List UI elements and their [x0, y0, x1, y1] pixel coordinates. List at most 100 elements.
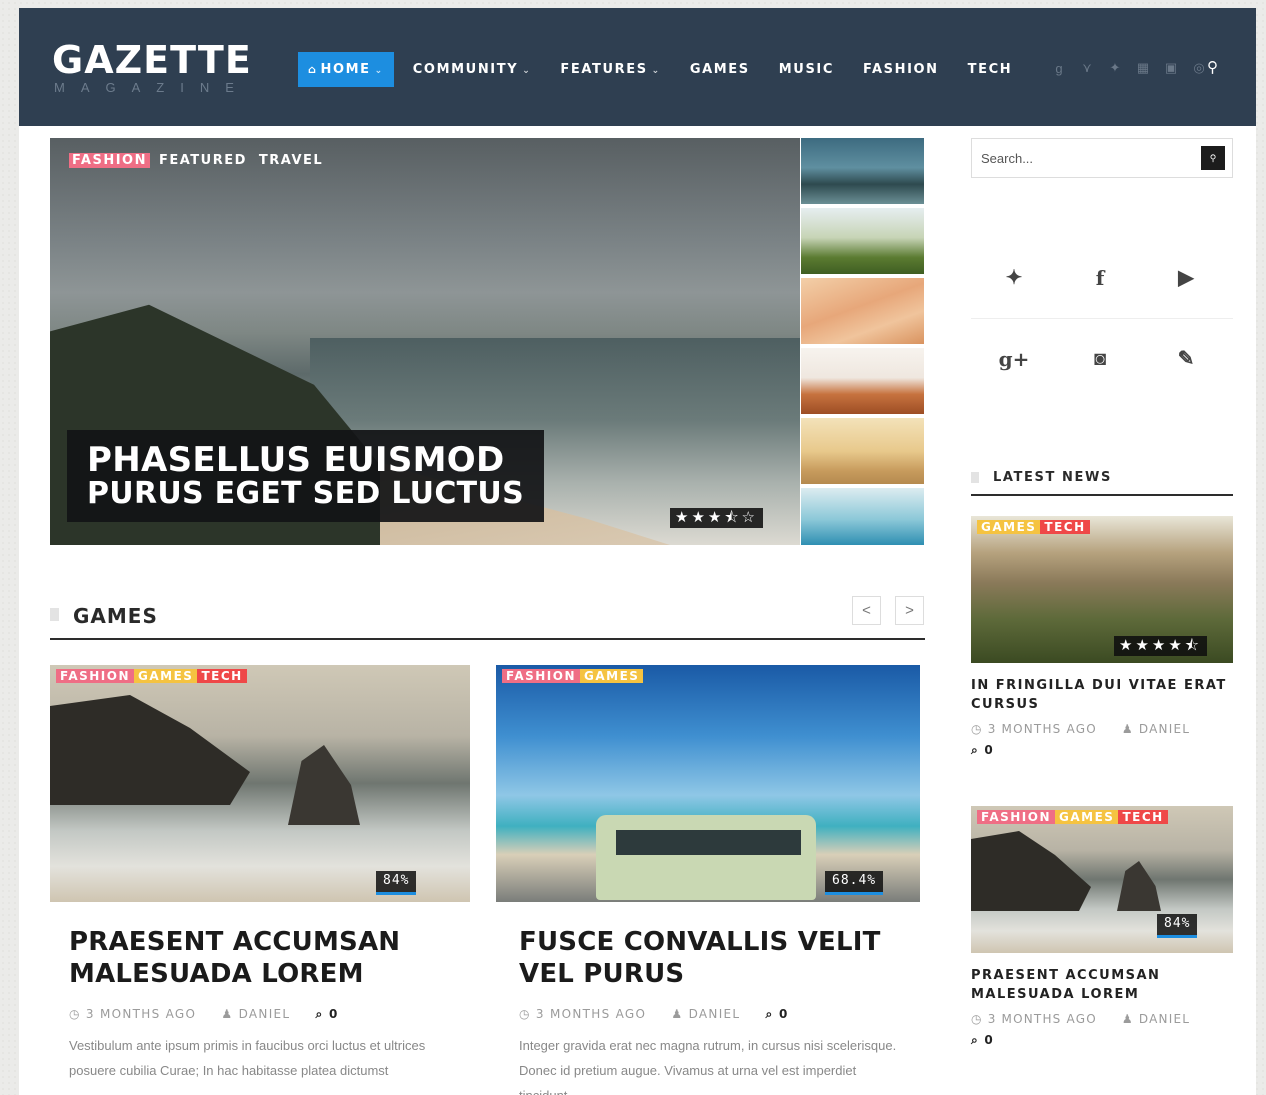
tag-tech[interactable]: TECH: [1040, 520, 1090, 534]
author-name: DANIEL: [238, 1007, 291, 1021]
search-icon[interactable]: ⚲: [1207, 58, 1218, 76]
author[interactable]: ♟ DANIEL: [671, 1007, 740, 1021]
hero-title-line1[interactable]: PHASELLUS EUISMOD: [87, 442, 524, 478]
news-image[interactable]: GAMES TECH ★★★★⯪: [971, 516, 1233, 663]
section-marker: [971, 472, 979, 483]
logo[interactable]: GAZETTE: [52, 40, 252, 80]
thumbnail-1[interactable]: [801, 138, 924, 204]
van-shape: [596, 815, 816, 900]
van-windows: [616, 830, 801, 855]
hero-title-line2[interactable]: PURUS EGET SED LUCTUS: [87, 478, 524, 510]
vine-icon[interactable]: ⋎: [1079, 60, 1095, 76]
tag-games[interactable]: GAMES: [1055, 810, 1119, 824]
thumbnail-4[interactable]: [801, 348, 924, 414]
tag-games[interactable]: GAMES: [134, 669, 198, 683]
hero-tags: FASHION FEATURED TRAVEL: [69, 153, 326, 168]
thumbnail-6[interactable]: [801, 488, 924, 545]
news-title[interactable]: PRAESENT ACCUMSAN MALESUADA LOREM: [971, 966, 1233, 1004]
news-comments[interactable]: ⌕ 0: [971, 743, 994, 758]
next-button[interactable]: >: [895, 596, 924, 625]
nav-home[interactable]: ⌂ HOME ⌄: [298, 52, 394, 87]
nav-features[interactable]: FEATURES ⌄: [550, 52, 670, 87]
comment-icon: ⌕: [315, 1007, 324, 1021]
article-tags: GAMES TECH: [977, 520, 1090, 534]
date-text: 3 MONTHS AGO: [85, 1007, 197, 1021]
news-title[interactable]: IN FRINGILLA DUI VITAE ERAT CURSUS: [971, 676, 1233, 714]
tag-tech[interactable]: TECH: [1118, 810, 1168, 824]
tag-tech[interactable]: TECH: [197, 669, 247, 683]
nav-fashion[interactable]: FASHION: [853, 52, 949, 87]
edit-icon[interactable]: ✎: [1166, 339, 1206, 379]
chevron-down-icon: ⌄: [651, 66, 661, 76]
user-icon: ♟: [1121, 722, 1134, 736]
divider: [971, 318, 1233, 319]
article-card: FASHION GAMES 68.4%: [496, 665, 920, 902]
tag-games[interactable]: GAMES: [580, 669, 644, 683]
user-icon: ♟: [1121, 1012, 1134, 1026]
article-image[interactable]: FASHION GAMES 68.4%: [496, 665, 920, 902]
date-text: 3 MONTHS AGO: [987, 1012, 1097, 1026]
tag-fashion[interactable]: FASHION: [56, 669, 135, 683]
twitter-icon[interactable]: ✦: [1107, 60, 1123, 76]
article-tags: FASHION GAMES TECH: [56, 669, 247, 683]
instagram-icon[interactable]: ◙: [1080, 339, 1120, 379]
author[interactable]: ♟ DANIEL: [221, 1007, 290, 1021]
clock-icon: ◷: [971, 722, 983, 736]
comments[interactable]: ⌕ 0: [316, 1007, 339, 1021]
user-icon: ♟: [221, 1007, 234, 1021]
nav-home-label: HOME: [320, 62, 371, 77]
dribbble-icon[interactable]: ◎: [1191, 60, 1207, 76]
tag-travel[interactable]: TRAVEL: [256, 153, 326, 168]
article-title[interactable]: PRAESENT ACCUMSAN MALESUADA LOREM: [69, 926, 449, 990]
search-input[interactable]: [972, 139, 1197, 177]
rock-shape: [50, 695, 250, 805]
youtube-icon[interactable]: ▶: [1166, 258, 1206, 298]
comment-icon: ⌕: [971, 1033, 979, 1047]
thumbnail-2[interactable]: [801, 208, 924, 274]
review-score: 84%: [1157, 914, 1198, 938]
article-title[interactable]: FUSCE CONVALLIS VELIT VEL PURUS: [519, 926, 909, 990]
article-meta: ◷ 3 MONTHS AGO ♟ DANIEL ⌕ 0: [519, 1007, 789, 1022]
google-plus-icon[interactable]: g: [1051, 61, 1067, 76]
article-image[interactable]: FASHION GAMES TECH 84%: [50, 665, 470, 902]
tag-fashion[interactable]: FASHION: [977, 810, 1056, 824]
news-meta: ◷ 3 MONTHS AGO ♟ DANIEL: [971, 722, 1190, 736]
news-comments[interactable]: ⌕ 0: [971, 1033, 994, 1048]
date-text: 3 MONTHS AGO: [535, 1007, 647, 1021]
nav-community[interactable]: COMMUNITY ⌄: [403, 52, 542, 87]
facebook-icon[interactable]: f: [1080, 258, 1120, 298]
nav-music[interactable]: MUSIC: [769, 52, 844, 87]
comment-icon: ⌕: [971, 743, 979, 757]
sidebar-search: ⚲: [971, 138, 1233, 178]
clock-icon: ◷: [971, 1012, 983, 1026]
author-name[interactable]: DANIEL: [1139, 1012, 1190, 1026]
home-icon: ⌂: [308, 63, 318, 76]
nav-community-label: COMMUNITY: [412, 62, 519, 77]
twitter-icon[interactable]: ✦: [994, 258, 1034, 298]
hero-title-box[interactable]: PHASELLUS EUISMOD PURUS EGET SED LUCTUS: [67, 430, 544, 522]
site-header: GAZETTE MAGAZINE ⌂ HOME ⌄ COMMUNITY ⌄ FEATU…: [19, 8, 1256, 126]
comments[interactable]: ⌕ 0: [766, 1007, 789, 1021]
thumbnail-3[interactable]: [801, 278, 924, 344]
latest-news-title[interactable]: LATEST NEWS: [993, 470, 1112, 485]
author-name[interactable]: DANIEL: [1139, 722, 1190, 736]
comment-count: 0: [779, 1007, 789, 1021]
search-button[interactable]: ⚲: [1201, 146, 1225, 170]
prev-button[interactable]: <: [852, 596, 881, 625]
soundcloud-icon[interactable]: ▦: [1135, 60, 1151, 76]
rating-stars: ★★★⯪☆: [670, 508, 763, 528]
google-plus-icon[interactable]: g+: [994, 339, 1034, 379]
section-title[interactable]: GAMES: [73, 604, 158, 628]
tag-games[interactable]: GAMES: [977, 520, 1041, 534]
thumbnail-5[interactable]: [801, 418, 924, 484]
tag-fashion[interactable]: FASHION: [502, 669, 581, 683]
linkedin-icon[interactable]: ▣: [1163, 60, 1179, 76]
comment-icon: ⌕: [765, 1007, 774, 1021]
hero-slide[interactable]: FASHION FEATURED TRAVEL PHASELLUS EUISMO…: [50, 138, 800, 545]
tag-fashion[interactable]: FASHION: [69, 153, 150, 168]
author-name: DANIEL: [688, 1007, 741, 1021]
news-image[interactable]: FASHION GAMES TECH 84%: [971, 806, 1233, 953]
nav-games[interactable]: GAMES: [680, 52, 760, 87]
nav-tech[interactable]: TECH: [958, 52, 1023, 87]
tag-featured[interactable]: FEATURED: [156, 153, 250, 168]
